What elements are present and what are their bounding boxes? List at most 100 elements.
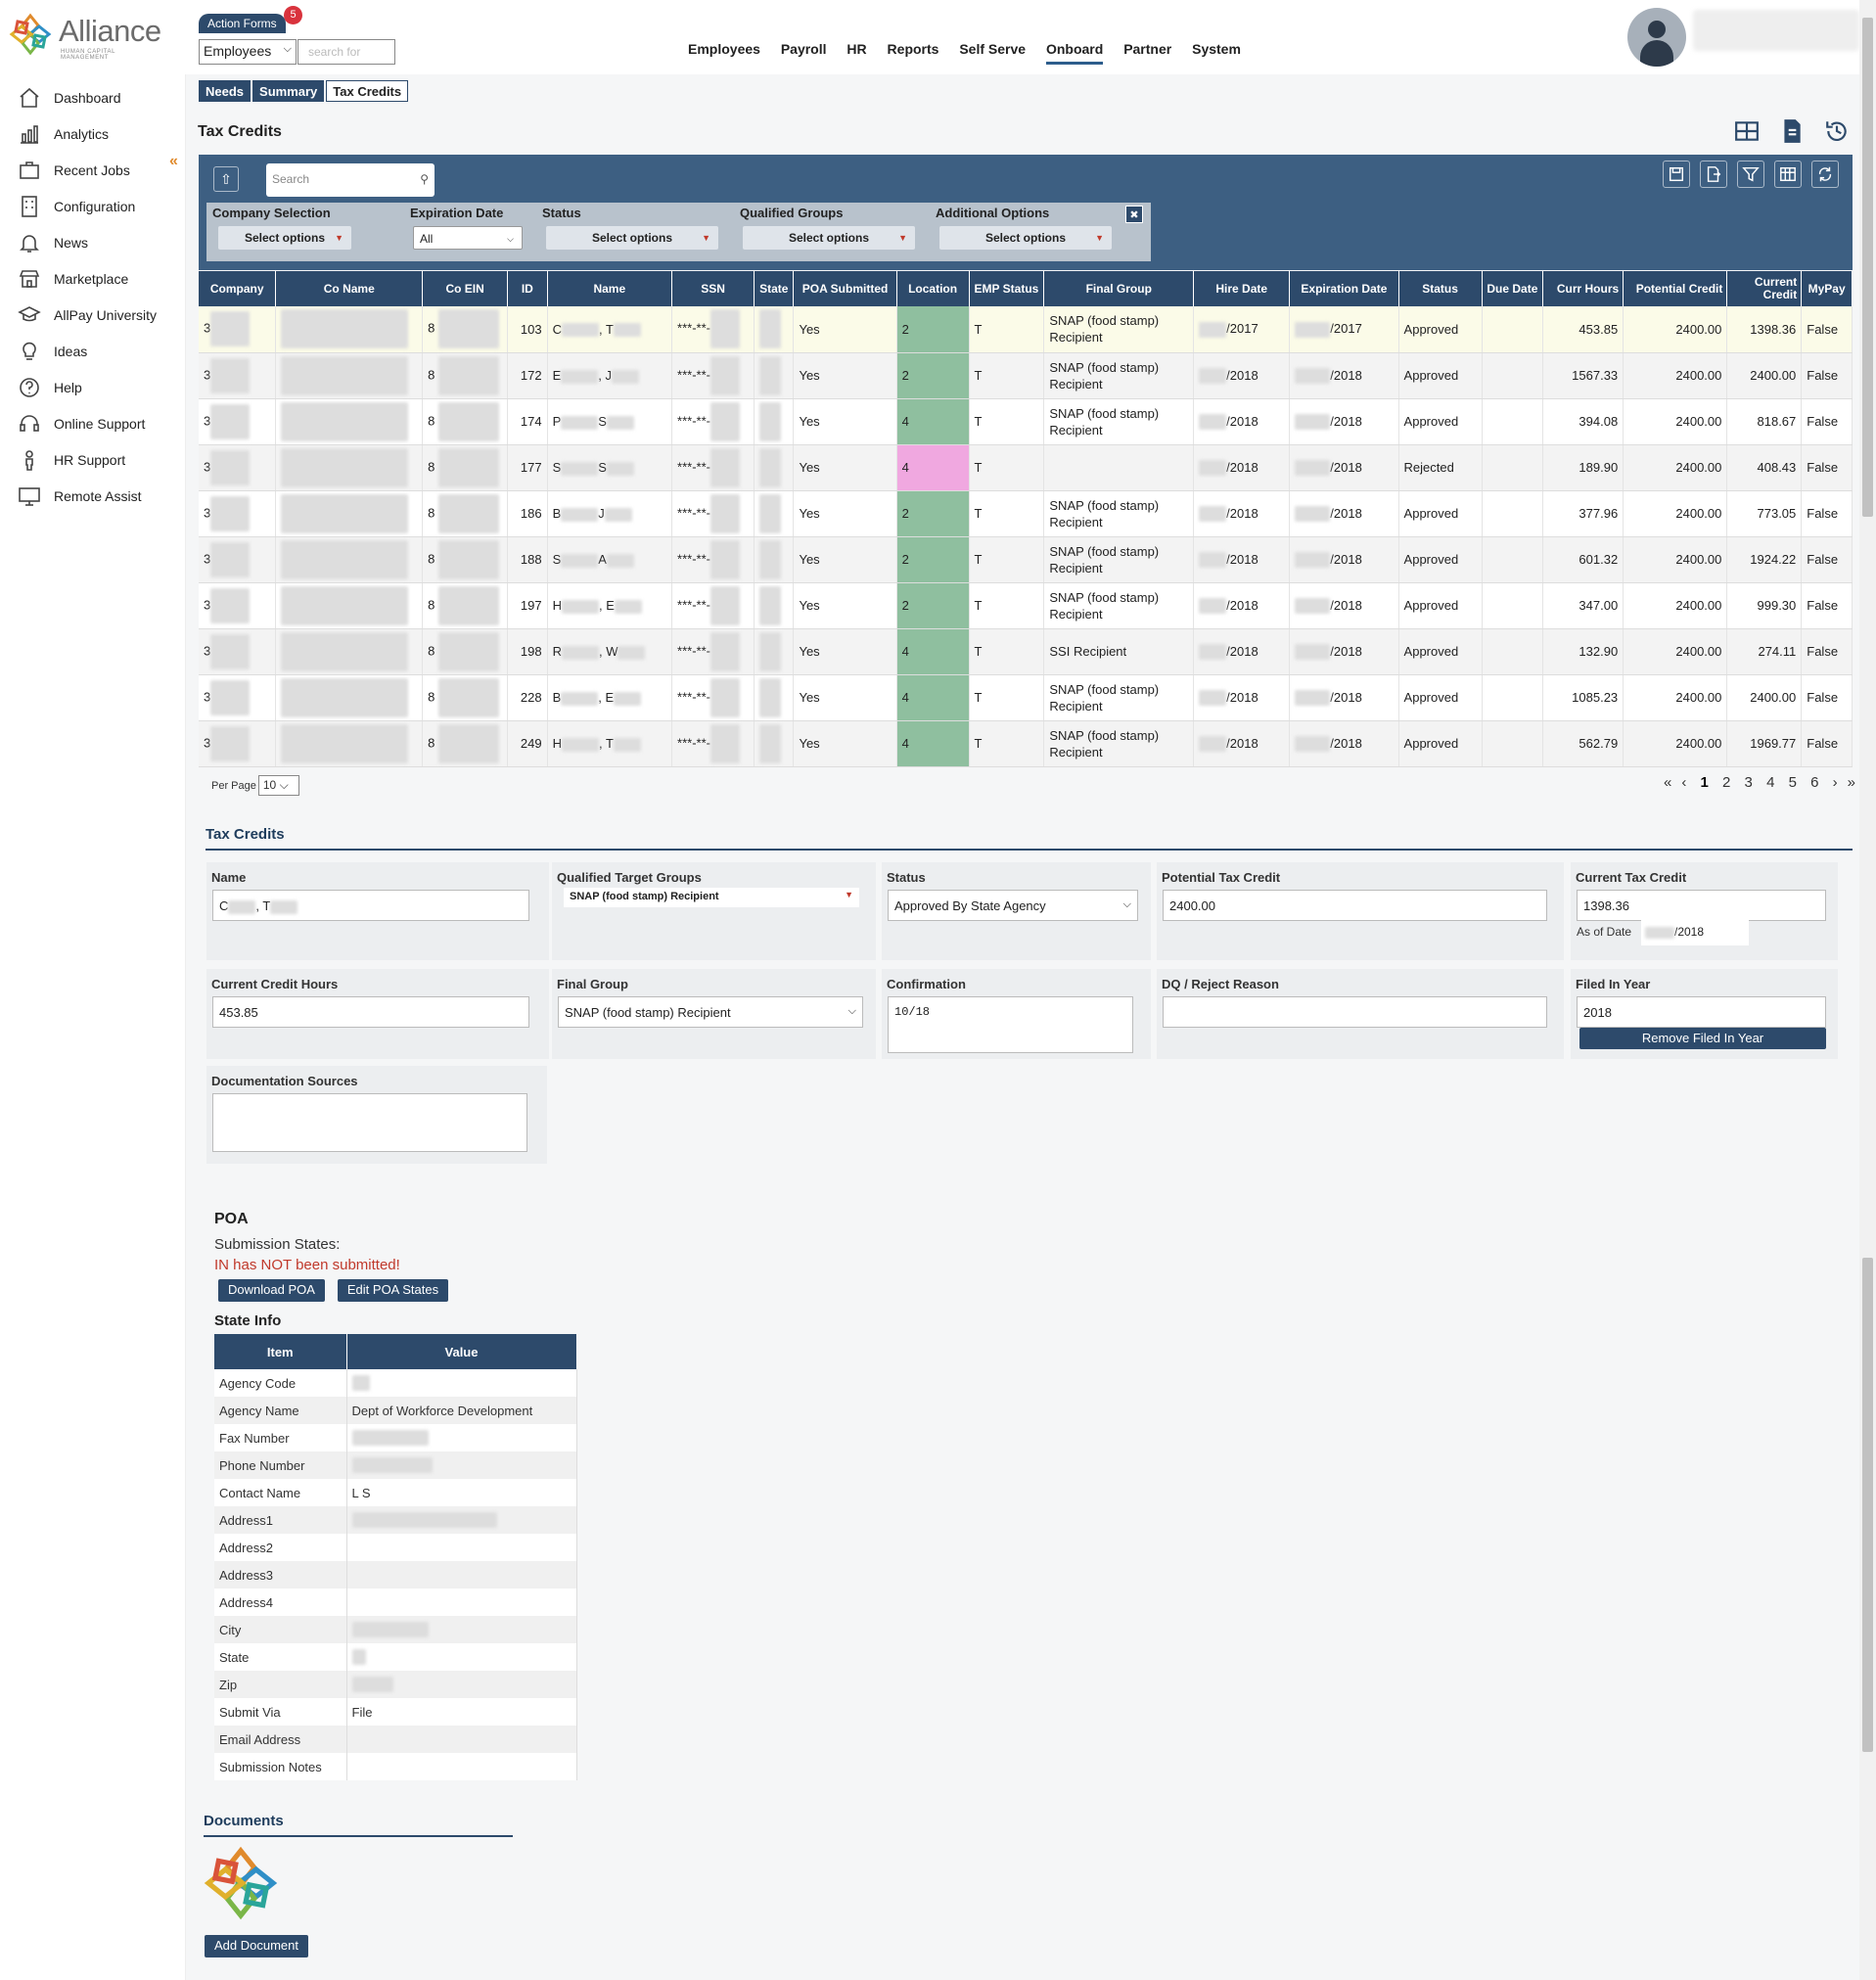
action-forms-button[interactable]: Action Forms [199,14,286,33]
current-credit-field[interactable]: 1398.36 [1577,890,1826,921]
download-poa-button[interactable]: Download POA [218,1279,325,1302]
potential-credit-field[interactable]: 2400.00 [1163,890,1547,921]
nav-hr[interactable]: HR [846,41,866,57]
dq-reason-field[interactable] [1163,996,1547,1028]
table-row[interactable]: 38 188 S A ***-**- Yes 2 T SNAP (food stamp) Re… [199,536,1853,583]
add-document-button[interactable]: Add Document [205,1935,308,1957]
tab-needs[interactable]: Needs [199,80,252,102]
company-filter-select[interactable]: Select options ▼ [218,226,351,250]
tab-tax-credits[interactable]: Tax Credits [326,80,409,102]
column-header-hire-date[interactable]: Hire Date [1193,271,1291,306]
doc-sources-textarea[interactable] [212,1093,527,1152]
export-icon[interactable] [1700,161,1727,188]
expiration-filter-select[interactable]: All ⌵ [413,226,523,250]
last-page-icon[interactable]: » [1848,774,1855,791]
column-header-final-group[interactable]: Final Group [1043,271,1195,306]
page-3[interactable]: 3 [1745,774,1753,791]
sidebar-item-news[interactable]: News [18,229,88,256]
edit-poa-states-button[interactable]: Edit POA States [338,1279,448,1302]
column-header-current-credit[interactable]: Current Credit [1726,271,1803,306]
column-header-emp-status[interactable]: EMP Status [969,271,1045,306]
column-header-co-name[interactable]: Co Name [275,271,424,306]
page-6[interactable]: 6 [1810,774,1818,791]
nav-partner[interactable]: Partner [1123,41,1171,57]
confirmation-textarea[interactable]: 10/18 [888,996,1133,1053]
qualified-filter-select[interactable]: Select options ▼ [743,226,915,250]
document-thumbnail-icon[interactable] [202,1844,280,1922]
table-row[interactable]: 38 186 B J ***-**- Yes 2 T SNAP (food stamp) Re… [199,490,1853,537]
column-header-poa-submitted[interactable]: POA Submitted [793,271,897,306]
additional-filter-select[interactable]: Select options ▼ [939,226,1112,250]
filed-year-field[interactable]: 2018 [1577,996,1826,1028]
table-row[interactable]: 38 177 S S ***-**- Yes 4 T/2018/2018 Rejected 18… [199,444,1853,491]
first-page-icon[interactable]: « [1664,774,1671,791]
column-header-ssn[interactable]: SSN [671,271,755,306]
grid-search-input[interactable]: Search ⚲ [266,163,435,197]
column-header-company[interactable]: Company [199,271,277,306]
nav-employees[interactable]: Employees [688,41,760,57]
page-5[interactable]: 5 [1789,774,1797,791]
sidebar-item-remote-assist[interactable]: Remote Assist [18,483,141,510]
tab-summary[interactable]: Summary [252,80,325,102]
sidebar-item-online-support[interactable]: Online Support [18,410,145,437]
nav-reports[interactable]: Reports [888,41,939,57]
close-filters-icon[interactable]: ✖ [1125,206,1143,223]
page-1[interactable]: 1 [1701,774,1709,791]
column-header-id[interactable]: ID [507,271,548,306]
search-category-select[interactable]: Employees ⌵ [199,39,297,65]
sidebar-item-configuration[interactable]: Configuration [18,193,135,220]
table-row[interactable]: 3 8 249 H , T ***-**- Yes 4 T SNAP (food stamp) … [199,720,1853,767]
alliance-logo[interactable]: Alliance HUMAN CAPITAL MANAGEMENT [8,12,161,61]
history-icon[interactable] [1824,118,1850,144]
remove-filed-button[interactable]: Remove Filed In Year [1579,1028,1826,1049]
next-page-icon[interactable]: › [1833,774,1838,791]
nav-onboard[interactable]: Onboard [1045,41,1104,65]
qtg-select[interactable]: SNAP (food stamp) Recipient ▼ [564,888,859,907]
table-row[interactable]: 38 174 P S ***-**- Yes 4 T SNAP (food stamp) Re… [199,398,1853,445]
user-name-redacted[interactable] [1693,10,1859,51]
sidebar-item-allpay-university[interactable]: AllPay University [18,301,157,329]
column-header-location[interactable]: Location [896,271,970,306]
refresh-icon[interactable] [1811,161,1839,188]
collapse-sidebar-icon[interactable]: « [169,153,178,170]
nav-system[interactable]: System [1192,41,1241,57]
column-header-potential-credit[interactable]: Potential Credit [1623,271,1728,306]
sidebar-item-analytics[interactable]: Analytics [18,120,109,148]
sidebar-item-hr-support[interactable]: HR Support [18,446,125,474]
status-select[interactable]: Approved By State Agency ⌵ [888,890,1138,921]
grid-view-icon[interactable] [1734,118,1760,144]
nav-self-serve[interactable]: Self Serve [959,41,1026,57]
document-icon[interactable] [1779,118,1805,144]
filter-icon[interactable] [1737,161,1764,188]
as-of-date-field[interactable]: /2018 [1641,920,1749,945]
scrollbar-thumb[interactable] [1862,1258,1873,1752]
column-header-due-date[interactable]: Due Date [1482,271,1544,306]
column-header-curr-hours[interactable]: Curr Hours [1542,271,1624,306]
table-row[interactable]: 3 8 172 E , J ***-**- Yes 2 T SNAP (food stamp) … [199,352,1853,399]
global-search-input[interactable]: search for [297,39,395,65]
sidebar-item-help[interactable]: Help [18,374,82,401]
prev-page-icon[interactable]: ‹ [1681,774,1686,791]
page-4[interactable]: 4 [1766,774,1774,791]
credit-hours-field[interactable]: 453.85 [212,996,529,1028]
page-2[interactable]: 2 [1722,774,1730,791]
sidebar-item-recent-jobs[interactable]: Recent Jobs [18,157,130,184]
column-header-expiration-date[interactable]: Expiration Date [1289,271,1399,306]
column-header-name[interactable]: Name [547,271,673,306]
table-row[interactable]: 3 8 197 H , E ***-**- Yes 2 T SNAP (food stamp) … [199,582,1853,629]
collapse-filters-button[interactable]: ⇧ [213,166,239,192]
table-row[interactable]: 3 8 198 R , W ***-**- Yes 4 T SSI Recipient/2018… [199,628,1853,675]
avatar[interactable] [1627,8,1686,67]
column-header-status[interactable]: Status [1398,271,1483,306]
per-page-select[interactable]: 10 ⌵ [257,775,299,796]
save-icon[interactable] [1663,161,1690,188]
sidebar-item-ideas[interactable]: Ideas [18,338,87,365]
column-header-co-ein[interactable]: Co EIN [422,271,509,306]
final-group-select[interactable]: SNAP (food stamp) Recipient ⌵ [558,996,863,1028]
columns-icon[interactable] [1774,161,1802,188]
column-header-mypay[interactable]: MyPay [1801,271,1853,306]
table-row[interactable]: 3 8 228 B , E ***-**- Yes 4 T SNAP (food stamp) … [199,674,1853,721]
name-field[interactable]: C , T [212,890,529,921]
sidebar-item-marketplace[interactable]: Marketplace [18,265,128,293]
scrollbar-thumb[interactable] [1862,18,1873,517]
